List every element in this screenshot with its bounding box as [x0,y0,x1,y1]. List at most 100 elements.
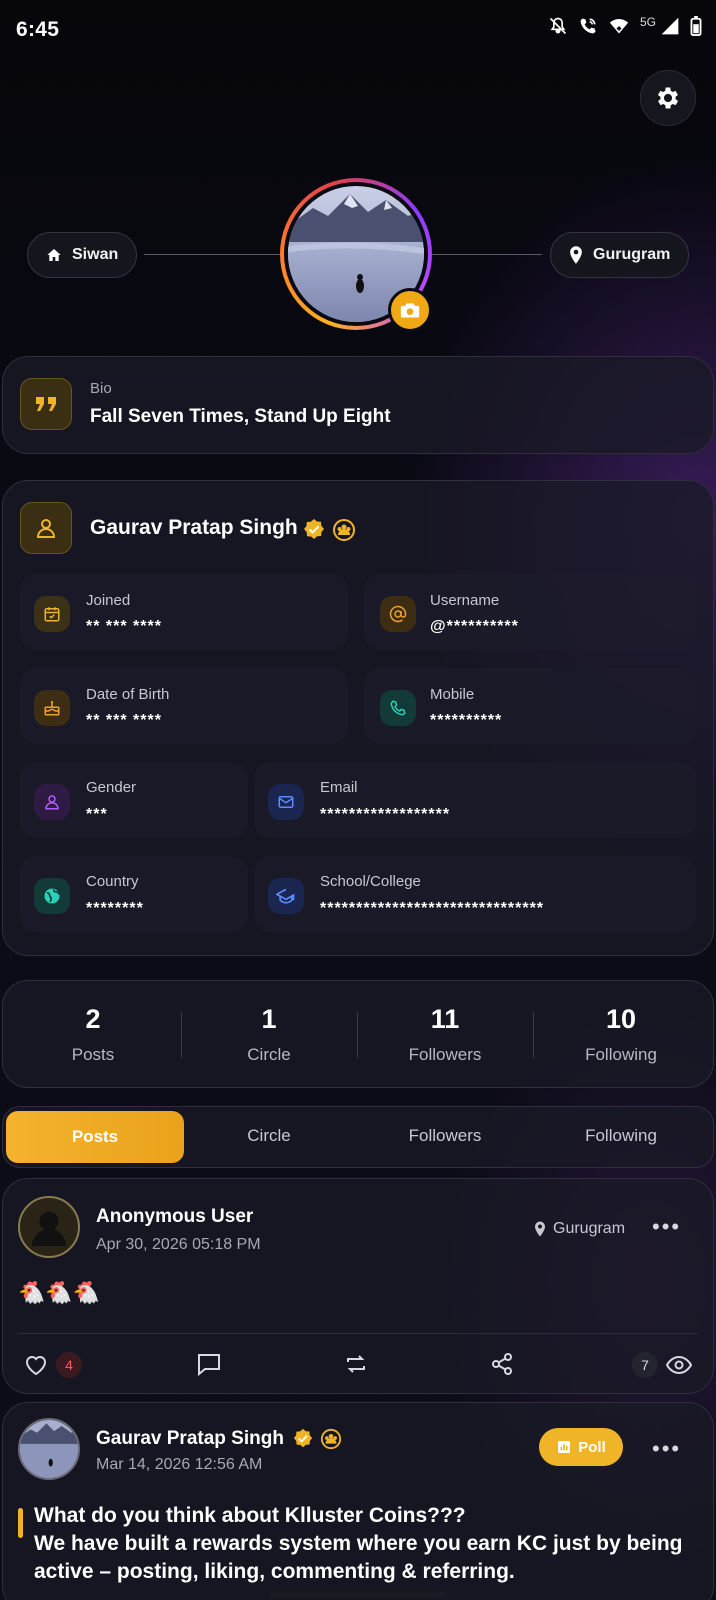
country-label: Country [86,873,139,890]
calendar-icon [34,596,70,632]
post-location-label: Gurugram [553,1220,626,1237]
phone-icon [380,690,416,726]
dob-value: ** *** **** [86,712,162,729]
signal-icon [661,17,679,35]
more-options-icon[interactable]: ••• [652,1436,681,1462]
stat-followers-label: Followers [408,1045,482,1064]
gender-value: *** [86,806,108,823]
network-label: 5G [639,15,656,29]
change-photo-button[interactable] [388,288,432,332]
view-count: 7 [632,1352,692,1378]
community-badge-icon [320,1428,342,1450]
email-field [254,762,696,838]
hometown-label: Siwan [72,246,119,263]
mute-icon [549,17,567,35]
at-sign-icon [380,596,416,632]
person-icon [34,784,70,820]
poll-question-line1: What do you think about Klluster Coins??… [34,1504,466,1527]
current-city-label: Gurugram [593,246,671,263]
joined-label: Joined [86,592,131,609]
mobile-value: ********** [430,712,503,729]
tab-circle[interactable]: Circle [181,1126,357,1146]
globe-icon [34,878,70,914]
verified-badge-icon [293,1428,313,1448]
post-date: Apr 30, 2026 05:18 PM [96,1236,261,1253]
share-icon[interactable] [490,1352,514,1376]
verified-badge-icon [304,519,324,539]
repost-icon[interactable] [344,1352,368,1376]
mail-icon [268,784,304,820]
hometown-chip[interactable]: Siwan [27,232,138,278]
stat-following[interactable]: 10 Following [533,1004,709,1065]
location-pin-icon [535,1221,545,1237]
post-avatar[interactable] [18,1196,80,1258]
post-content: 🐔🐔🐔 [18,1280,101,1305]
anonymous-user-icon [31,1211,67,1247]
stat-followers[interactable]: 11 Followers [357,1004,533,1065]
wifi-call-icon [580,18,596,34]
camera-icon [400,303,420,318]
settings-button[interactable] [640,70,696,126]
username-value: @********** [430,618,519,635]
connector-line-right [432,254,542,255]
email-value: ****************** [320,806,451,823]
chart-icon [558,1441,571,1453]
profile-name: Gaurav Pratap Singh [90,516,298,539]
tab-following[interactable]: Following [533,1126,709,1146]
post-divider [18,1333,698,1334]
mobile-label: Mobile [430,686,475,703]
joined-value: ** *** **** [86,618,162,635]
location-pin-icon [570,246,582,264]
like-button[interactable]: 4 [24,1352,82,1378]
bio-label: Bio [90,380,112,397]
gear-icon [657,87,679,109]
poll-question-line2: We have built a rewards system where you… [34,1532,683,1583]
home-indicator[interactable] [270,1592,446,1598]
status-icons: 5G [548,15,702,36]
stat-followers-value: 11 [430,1004,460,1034]
home-icon [47,249,61,261]
post-date: Mar 14, 2026 12:56 AM [96,1456,263,1473]
poll-badge[interactable]: Poll [539,1428,623,1466]
like-count: 4 [56,1352,82,1378]
heart-icon [25,1356,47,1376]
username-label: Username [430,592,500,609]
post-author[interactable]: Anonymous User [96,1206,253,1228]
user-icon [20,502,72,554]
stat-posts[interactable]: 2 Posts [5,1004,181,1065]
post-avatar[interactable] [18,1418,80,1480]
stat-posts-label: Posts [71,1045,115,1064]
post-author[interactable]: Gaurav Pratap Singh [96,1428,284,1450]
graduation-cap-icon [268,878,304,914]
stat-circle[interactable]: 1 Circle [181,1004,357,1065]
community-badge-icon [333,519,355,541]
poll-badge-label: Poll [578,1438,606,1456]
stat-circle-label: Circle [247,1045,291,1064]
poll-question: What do you think about Klluster Coins??… [34,1502,694,1586]
bio-card [2,356,714,454]
cake-icon [34,690,70,726]
gender-label: Gender [86,779,137,796]
more-options-icon[interactable]: ••• [652,1214,681,1240]
post-location: Gurugram [534,1220,625,1238]
connector-line-left [144,254,280,255]
eye-icon [666,1355,692,1375]
country-value: ******** [86,900,144,917]
status-time: 6:45 [16,18,60,41]
wifi-icon [609,19,629,34]
stat-following-label: Following [585,1045,657,1064]
stat-circle-value: 1 [261,1004,277,1034]
tab-posts[interactable]: Posts [6,1111,184,1163]
current-city-chip[interactable]: Gurugram [550,232,690,278]
dob-label: Date of Birth [86,686,170,703]
view-count-value: 7 [632,1352,658,1378]
school-field [254,856,696,932]
school-value: ******************************* [320,900,545,917]
stat-following-value: 10 [605,1004,637,1034]
email-label: Email [320,779,358,796]
bio-text: Fall Seven Times, Stand Up Eight [90,406,391,427]
stat-posts-value: 2 [85,1004,101,1034]
tab-followers[interactable]: Followers [357,1126,533,1146]
poll-accent-bar [18,1508,23,1538]
comment-icon[interactable] [196,1352,222,1376]
